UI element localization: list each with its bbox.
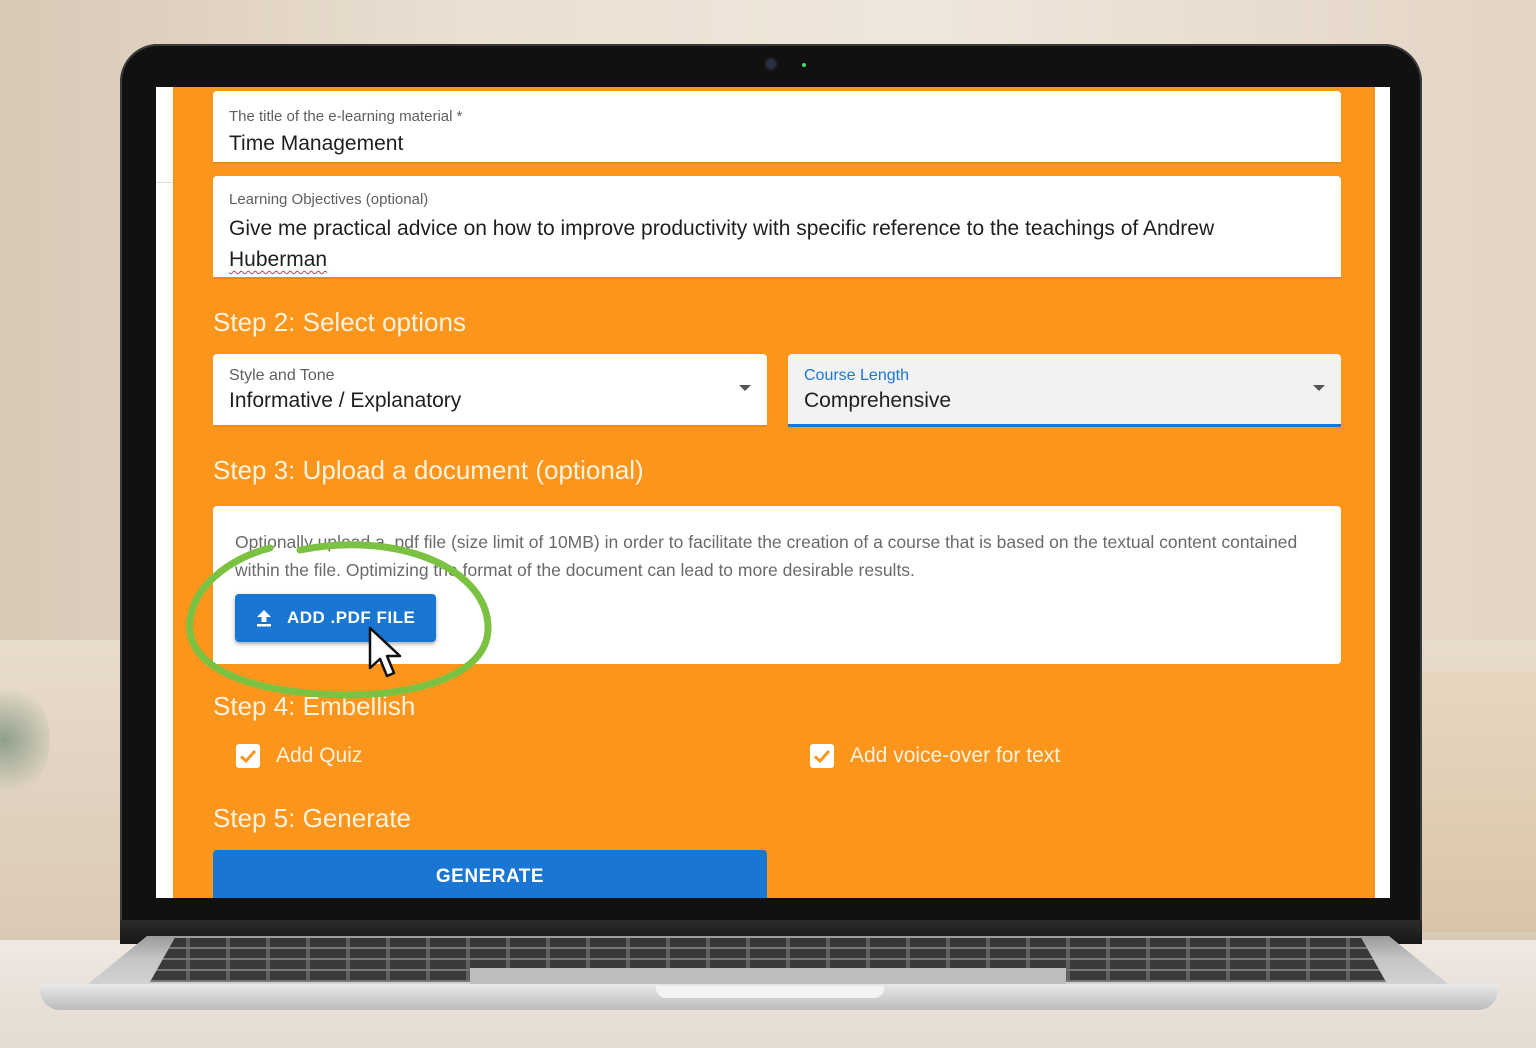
highlight-circle: [186, 541, 492, 699]
annotation-overlay: [186, 541, 492, 699]
cursor-icon: [368, 626, 402, 678]
